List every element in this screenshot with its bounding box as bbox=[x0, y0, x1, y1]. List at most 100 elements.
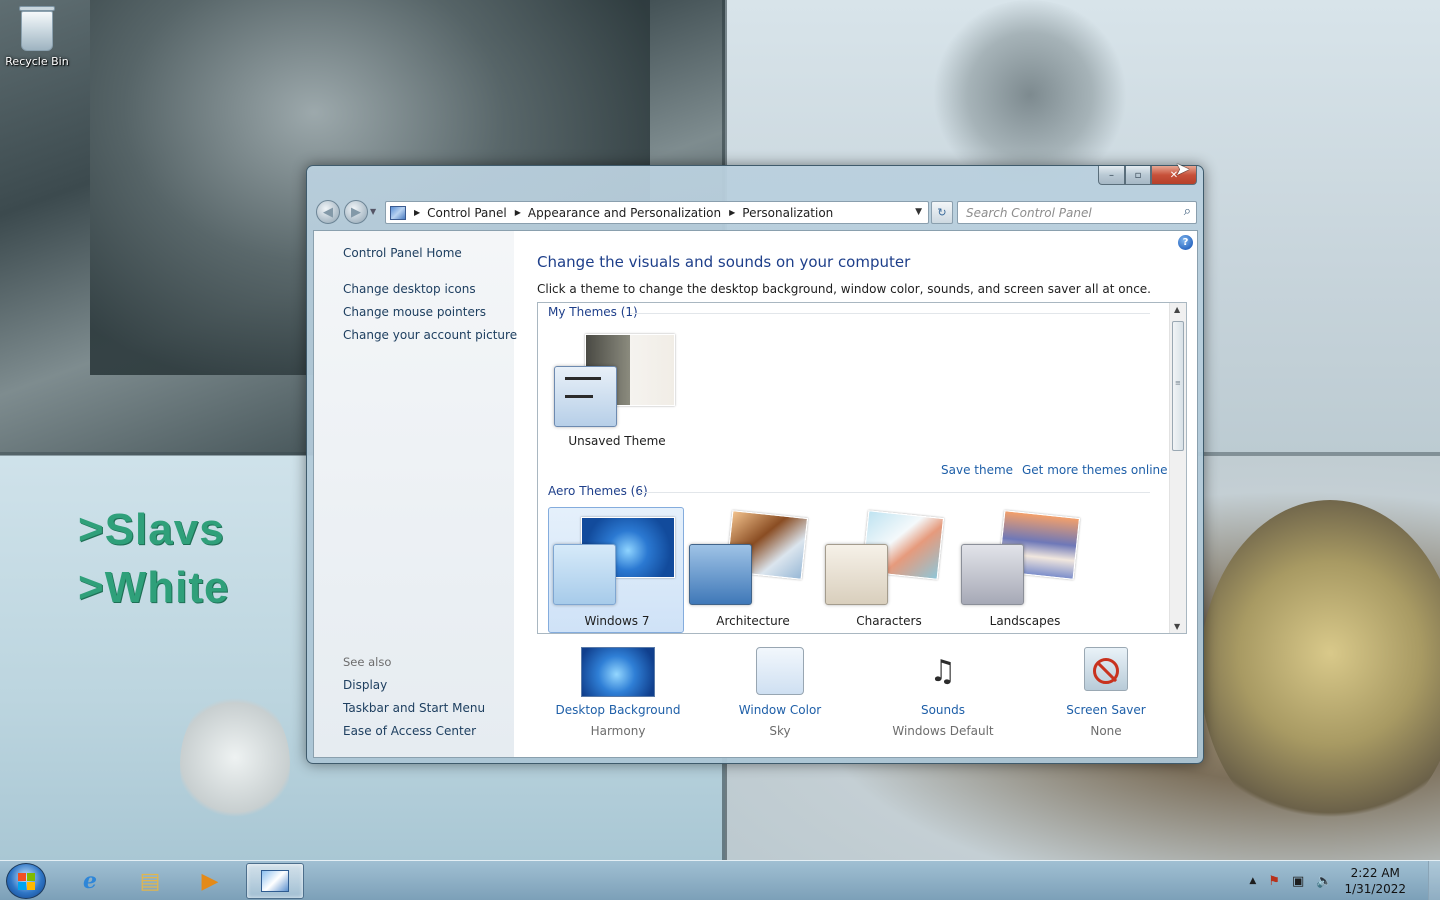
window-color-setting[interactable]: Window Color Sky bbox=[700, 647, 860, 738]
windows-explorer-taskbar-button[interactable]: ▤ bbox=[122, 863, 178, 899]
aero-themes-header[interactable]: Aero Themes (6) bbox=[548, 484, 648, 498]
group-divider bbox=[630, 313, 1150, 314]
sounds-setting[interactable]: ♫ Sounds Windows Default bbox=[863, 647, 1023, 738]
breadcrumb-separator-icon[interactable]: ▶ bbox=[515, 208, 521, 217]
taskbar: e ▤ ▶ ▲ ⚑ ▣ 🔈 2:22 AM 1/31/2022 bbox=[0, 860, 1440, 900]
setting-value: Windows Default bbox=[892, 724, 994, 738]
show-hidden-icons-icon[interactable]: ▲ bbox=[1249, 876, 1256, 886]
window-color-icon bbox=[743, 647, 817, 697]
theme-window-preview bbox=[961, 544, 1024, 605]
breadcrumb-separator-icon[interactable]: ▶ bbox=[729, 208, 735, 217]
preview-line bbox=[565, 395, 593, 398]
media-player-taskbar-button[interactable]: ▶ bbox=[182, 863, 238, 899]
task-pane: Control Panel Home Change desktop icons … bbox=[314, 231, 517, 757]
theme-label: Unsaved Theme bbox=[568, 434, 666, 448]
theme-unsaved[interactable]: Unsaved Theme bbox=[548, 327, 684, 453]
screen-saver-setting[interactable]: Screen Saver None bbox=[1026, 647, 1186, 738]
display-link[interactable]: Display bbox=[343, 678, 387, 692]
mouse-cursor-icon: ➤ bbox=[1175, 159, 1191, 180]
see-also-heading: See also bbox=[343, 655, 392, 669]
refresh-icon: ↻ bbox=[937, 206, 947, 219]
setting-title[interactable]: Window Color bbox=[700, 703, 860, 717]
recent-pages-button[interactable]: ▼ bbox=[370, 207, 376, 216]
scroll-down-icon[interactable]: ▼ bbox=[1174, 622, 1180, 631]
clock-date: 1/31/2022 bbox=[1344, 882, 1406, 896]
grip-icon: ≡ bbox=[1175, 379, 1181, 387]
breadcrumb-appearance[interactable]: Appearance and Personalization bbox=[528, 206, 721, 220]
theme-label: Windows 7 bbox=[584, 614, 650, 628]
windows-logo-icon bbox=[17, 872, 35, 890]
change-account-picture-link[interactable]: Change your account picture bbox=[343, 328, 517, 342]
page-description: Click a theme to change the desktop back… bbox=[537, 282, 1151, 296]
internet-explorer-icon: e bbox=[83, 868, 97, 894]
taskbar-start-menu-link[interactable]: Taskbar and Start Menu bbox=[343, 701, 485, 715]
internet-explorer-taskbar-button[interactable]: e bbox=[62, 863, 118, 899]
control-panel-icon bbox=[390, 205, 406, 220]
wallpaper-face bbox=[180, 690, 290, 840]
recycle-bin-label: Recycle Bin bbox=[5, 55, 69, 68]
themes-list: My Themes (1) Unsaved Theme Save theme G… bbox=[537, 302, 1187, 634]
theme-label: Architecture bbox=[716, 614, 790, 628]
setting-value: None bbox=[1090, 724, 1122, 738]
action-center-flag-icon[interactable]: ⚑ bbox=[1268, 874, 1280, 889]
theme-landscapes[interactable]: Landscapes bbox=[956, 507, 1092, 633]
forward-button[interactable]: ▶ bbox=[344, 200, 368, 224]
show-desktop-button[interactable] bbox=[1428, 861, 1440, 900]
breadcrumb-personalization[interactable]: Personalization bbox=[742, 206, 833, 220]
theme-label: Characters bbox=[856, 614, 922, 628]
control-panel-home-link[interactable]: Control Panel Home bbox=[343, 246, 462, 260]
back-button[interactable]: ◀ bbox=[316, 200, 340, 224]
refresh-button[interactable]: ↻ bbox=[931, 201, 953, 224]
theme-window-preview bbox=[553, 544, 616, 605]
search-box: ⌕ bbox=[957, 201, 1197, 224]
change-desktop-icons-link[interactable]: Change desktop icons bbox=[343, 282, 476, 296]
window-content: Control Panel Home Change desktop icons … bbox=[313, 230, 1198, 758]
notification-area: ▲ ⚑ ▣ 🔈 2:22 AM 1/31/2022 bbox=[1249, 861, 1440, 900]
setting-title[interactable]: Sounds bbox=[863, 703, 1023, 717]
theme-window-preview bbox=[825, 544, 888, 605]
theme-characters[interactable]: Characters bbox=[820, 507, 956, 633]
close-button[interactable]: ✕ bbox=[1151, 166, 1197, 185]
desktop-background-setting[interactable]: Desktop Background Harmony bbox=[538, 647, 698, 738]
theme-windows-7[interactable]: Windows 7 bbox=[548, 507, 684, 633]
address-dropdown-icon[interactable]: ▼ bbox=[915, 207, 922, 217]
wallpaper-text: >Slavs bbox=[78, 505, 225, 554]
theme-label: Landscapes bbox=[989, 614, 1061, 628]
clock[interactable]: 2:22 AM 1/31/2022 bbox=[1344, 865, 1406, 897]
get-more-themes-link[interactable]: Get more themes online bbox=[1022, 463, 1168, 477]
recycle-bin-shortcut[interactable]: Recycle Bin bbox=[4, 6, 70, 76]
media-player-icon: ▶ bbox=[201, 868, 219, 894]
screen-saver-icon bbox=[1069, 647, 1143, 697]
my-themes-header[interactable]: My Themes (1) bbox=[548, 305, 638, 319]
search-icon[interactable]: ⌕ bbox=[1184, 204, 1191, 219]
desktop-background-icon bbox=[581, 647, 655, 697]
change-mouse-pointers-link[interactable]: Change mouse pointers bbox=[343, 305, 486, 319]
theme-architecture[interactable]: Architecture bbox=[684, 507, 820, 633]
arrow-right-icon: ▶ bbox=[351, 204, 361, 220]
recycle-bin-icon bbox=[21, 11, 53, 51]
minimize-button[interactable]: – bbox=[1098, 166, 1125, 185]
help-icon[interactable]: ? bbox=[1178, 235, 1193, 250]
start-button[interactable] bbox=[6, 863, 46, 899]
maximize-button[interactable]: ▫ bbox=[1125, 166, 1151, 185]
setting-value: Sky bbox=[769, 724, 791, 738]
address-bar[interactable]: ▶ Control Panel ▶ Appearance and Persona… bbox=[385, 201, 929, 224]
scroll-up-icon[interactable]: ▲ bbox=[1174, 305, 1180, 314]
search-input[interactable] bbox=[958, 202, 1173, 223]
navigation-bar: ◀ ▶ ▼ ▶ Control Panel ▶ Appearance and P… bbox=[313, 197, 1197, 225]
scroll-thumb[interactable]: ≡ bbox=[1172, 321, 1184, 451]
preview-line bbox=[565, 377, 601, 380]
setting-title[interactable]: Screen Saver bbox=[1026, 703, 1186, 717]
volume-icon[interactable]: 🔈 bbox=[1316, 874, 1332, 889]
network-icon[interactable]: ▣ bbox=[1292, 874, 1304, 889]
breadcrumb-control-panel[interactable]: Control Panel bbox=[427, 206, 507, 220]
ease-of-access-link[interactable]: Ease of Access Center bbox=[343, 724, 476, 738]
sounds-icon: ♫ bbox=[929, 654, 957, 689]
control-panel-taskbar-button[interactable] bbox=[246, 863, 304, 899]
save-theme-link[interactable]: Save theme bbox=[941, 463, 1013, 477]
setting-value: Harmony bbox=[590, 724, 646, 738]
breadcrumb-separator-icon[interactable]: ▶ bbox=[414, 208, 420, 217]
setting-title[interactable]: Desktop Background bbox=[538, 703, 698, 717]
wallpaper-face bbox=[930, 0, 1130, 190]
vertical-scrollbar[interactable]: ▲ ≡ ▼ bbox=[1169, 303, 1186, 633]
